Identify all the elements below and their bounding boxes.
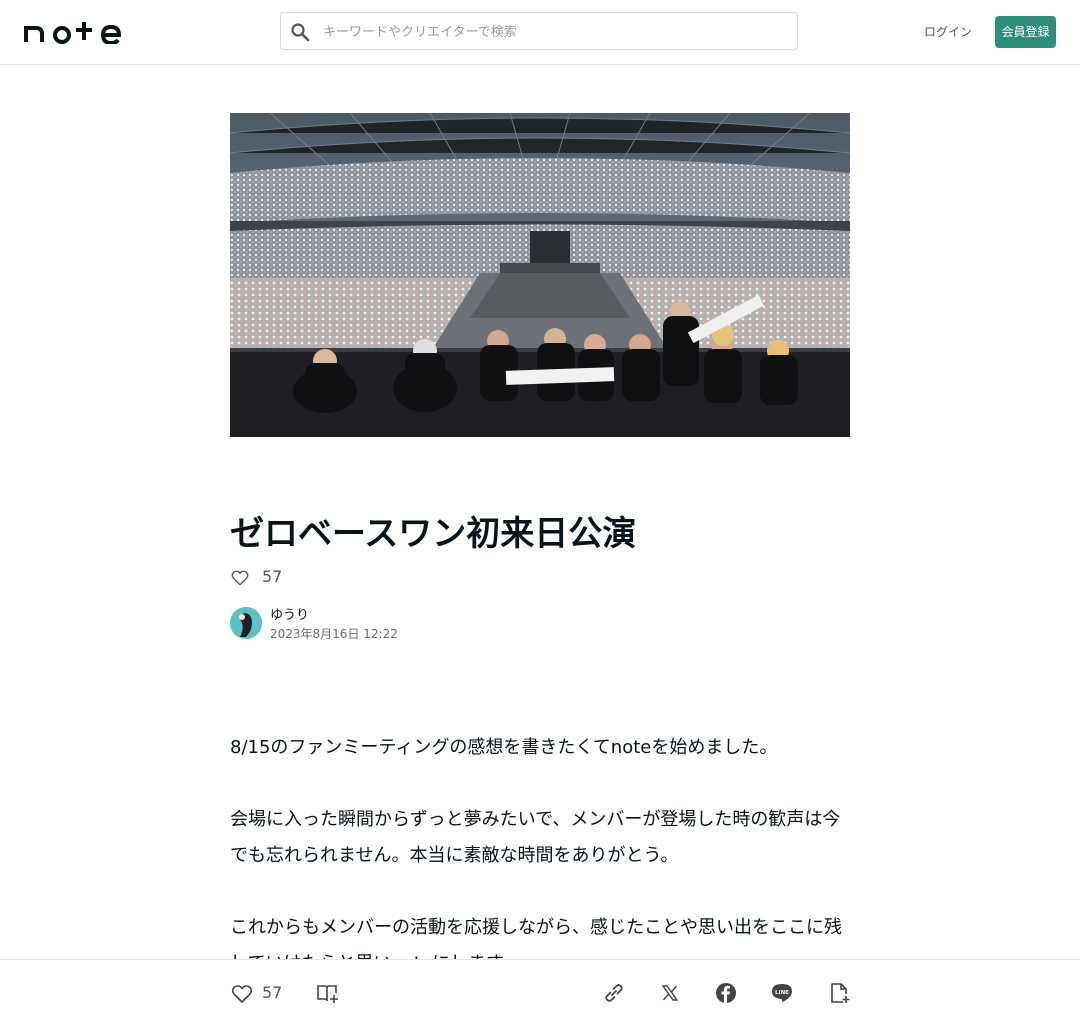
note-logo[interactable]	[24, 20, 122, 46]
paragraph: 会場に入った瞬間からずっと夢みたいで、メンバーが登場した時の歓声は今でも忘れられ…	[230, 809, 841, 866]
search-box[interactable]	[280, 12, 798, 51]
author-info[interactable]: ゆうり 2023年8月16日 12:22	[230, 607, 630, 643]
x-icon[interactable]	[658, 981, 682, 1005]
search-input[interactable]	[321, 13, 785, 51]
author-name[interactable]: ゆうり	[270, 608, 309, 624]
magazine-add-icon[interactable]	[316, 981, 340, 1005]
note-add-icon[interactable]	[828, 981, 852, 1005]
heart-icon[interactable]	[230, 982, 254, 1006]
like-count: 57	[262, 983, 283, 1002]
publish-date: 2023年8月16日 12:22	[270, 627, 398, 641]
paragraph: 8/15のファンミーティングの感想を書きたくてnoteを始めました。	[230, 737, 778, 758]
facebook-icon[interactable]	[714, 981, 738, 1005]
article-title: ゼロベースワン初来日公演	[230, 514, 637, 554]
hero-image	[230, 113, 850, 437]
bottom-action-bar: 57 LINE	[0, 959, 1080, 1025]
signup-button[interactable]: 会員登録	[995, 16, 1056, 48]
link-icon[interactable]	[602, 981, 626, 1005]
search-icon	[290, 22, 310, 42]
site-header: ログイン 会員登録	[0, 0, 1080, 65]
heart-icon[interactable]	[230, 568, 250, 588]
avatar[interactable]	[230, 607, 262, 639]
like-count: 57	[262, 567, 283, 586]
line-icon[interactable]: LINE	[770, 981, 794, 1005]
svg-text:LINE: LINE	[775, 990, 789, 996]
login-button[interactable]: ログイン	[920, 16, 976, 48]
